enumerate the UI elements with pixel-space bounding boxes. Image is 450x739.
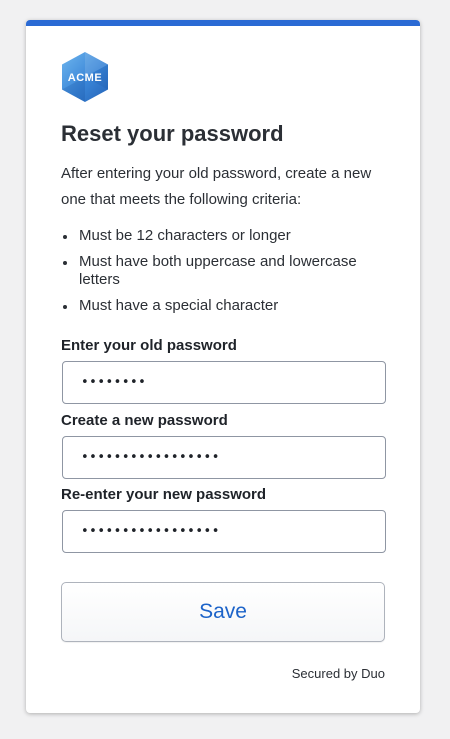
acme-logo: ACME <box>62 52 108 102</box>
instructions-text: After entering your old password, create… <box>61 165 372 208</box>
logo-text: ACME <box>68 72 102 84</box>
save-button[interactable]: Save <box>61 582 385 642</box>
reset-password-card: ACME Reset your password After entering … <box>26 20 420 713</box>
new-password-input[interactable] <box>62 436 386 479</box>
confirm-password-label: Re-enter your new password <box>61 486 267 503</box>
new-password-label: Create a new password <box>61 412 228 429</box>
password-criteria-list: Must be 12 characters or longer Must hav… <box>61 227 391 323</box>
old-password-input[interactable] <box>62 361 386 404</box>
secured-by-duo-text: Secured by Duo <box>291 666 385 681</box>
old-password-label: Enter your old password <box>61 337 237 354</box>
page-title: Reset your password <box>61 121 284 146</box>
criteria-item: Must have both uppercase and lowercase l… <box>61 253 391 289</box>
confirm-password-input[interactable] <box>62 510 386 553</box>
accent-bar <box>26 20 420 26</box>
criteria-item: Must have a special character <box>61 297 391 315</box>
criteria-item: Must be 12 characters or longer <box>61 227 391 245</box>
